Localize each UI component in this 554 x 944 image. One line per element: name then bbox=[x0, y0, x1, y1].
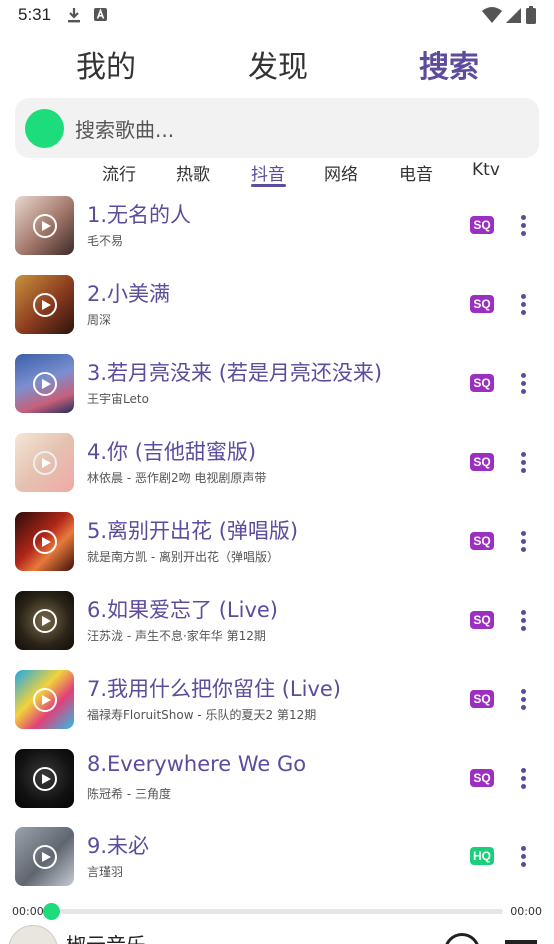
song-title: 3.若月亮没来 (若是月亮还没来) bbox=[87, 361, 383, 385]
song-title: 7.我用什么把你留住 (Live) bbox=[87, 677, 341, 701]
play-icon[interactable] bbox=[33, 845, 57, 869]
play-icon[interactable] bbox=[33, 293, 57, 317]
search-input[interactable]: 搜索歌曲... bbox=[75, 114, 174, 143]
song-title: 1.无名的人 bbox=[87, 203, 192, 227]
play-icon[interactable] bbox=[33, 214, 57, 238]
quality-badge: SQ bbox=[470, 295, 494, 313]
more-vertical-icon[interactable] bbox=[513, 373, 533, 395]
song-artist: 王宇宙Leto bbox=[87, 392, 149, 406]
progress-thumb[interactable] bbox=[43, 903, 60, 920]
play-icon[interactable] bbox=[33, 688, 57, 712]
player-title: 椒云音乐 bbox=[66, 929, 146, 944]
search-bar[interactable]: 搜索歌曲... bbox=[15, 98, 539, 158]
song-artist: 就是南方凯 - 离别开出花（弹唱版） bbox=[87, 550, 279, 564]
play-icon[interactable] bbox=[33, 530, 57, 554]
play-icon[interactable] bbox=[33, 451, 57, 475]
song-artist: 陈冠希 - 三角度 bbox=[87, 787, 171, 801]
song-artist: 福禄寿FloruitShow - 乐队的夏天2 第12期 bbox=[87, 708, 317, 722]
category-active-indicator bbox=[251, 184, 286, 187]
tab-discover[interactable]: 发现 bbox=[248, 42, 308, 86]
play-icon[interactable] bbox=[33, 609, 57, 633]
more-vertical-icon[interactable] bbox=[513, 610, 533, 632]
song-artist: 毛不易 bbox=[87, 234, 124, 248]
song-artist: 言瑾羽 bbox=[87, 865, 124, 879]
song-title: 2.小美满 bbox=[87, 282, 171, 306]
song-row[interactable]: 2.小美满 周深 SQ bbox=[0, 275, 554, 354]
album-cover bbox=[15, 354, 74, 413]
more-vertical-icon[interactable] bbox=[513, 452, 533, 474]
album-cover bbox=[15, 591, 74, 650]
quality-badge: SQ bbox=[470, 611, 494, 629]
album-cover bbox=[15, 196, 74, 255]
quality-badge: HQ bbox=[470, 847, 494, 865]
more-vertical-icon[interactable] bbox=[513, 846, 533, 868]
current-time: 00:00 bbox=[12, 905, 44, 918]
category-tab-electronic[interactable]: 电音 bbox=[399, 160, 433, 185]
top-tabs: 我的 发现 搜索 bbox=[0, 42, 554, 90]
play-icon[interactable] bbox=[33, 767, 57, 791]
search-button[interactable] bbox=[25, 109, 64, 148]
song-artist: 周深 bbox=[87, 313, 112, 327]
progress-track[interactable] bbox=[46, 909, 503, 914]
category-tab-hot[interactable]: 热歌 bbox=[176, 160, 210, 185]
total-time: 00:00 bbox=[510, 905, 542, 918]
album-cover bbox=[15, 433, 74, 492]
play-pause-icon[interactable] bbox=[444, 933, 480, 944]
category-tabs: 流行 热歌 抖音 网络 电音 Ktv bbox=[0, 160, 554, 190]
category-tab-ktv[interactable]: Ktv bbox=[472, 160, 500, 180]
more-vertical-icon[interactable] bbox=[513, 215, 533, 237]
status-time: 5:31 bbox=[18, 5, 52, 24]
song-title: 5.离别开出花 (弹唱版) bbox=[87, 519, 299, 543]
song-title: 9.未必 bbox=[87, 834, 150, 858]
song-title: 8.Everywhere We Go bbox=[87, 752, 307, 776]
category-tab-network[interactable]: 网络 bbox=[324, 160, 358, 185]
app-screen: 5:31 我的 发现 搜索 搜索歌曲... 流行 热歌 抖音 网络 电音 Ktv… bbox=[0, 0, 554, 944]
album-cover bbox=[15, 512, 74, 571]
song-row[interactable]: 7.我用什么把你留住 (Live) 福禄寿FloruitShow - 乐队的夏天… bbox=[0, 670, 554, 749]
song-row[interactable]: 8.Everywhere We Go 陈冠希 - 三角度 SQ bbox=[0, 749, 554, 828]
battery-icon bbox=[526, 6, 536, 24]
quality-badge: SQ bbox=[470, 690, 494, 708]
song-row[interactable]: 9.未必 言瑾羽 HQ bbox=[0, 827, 554, 906]
quality-badge: SQ bbox=[470, 453, 494, 471]
wifi-icon bbox=[482, 7, 502, 23]
quality-badge: SQ bbox=[470, 532, 494, 550]
song-row[interactable]: 5.离别开出花 (弹唱版) 就是南方凯 - 离别开出花（弹唱版） SQ bbox=[0, 512, 554, 591]
quality-badge: SQ bbox=[470, 769, 494, 787]
album-cover bbox=[15, 275, 74, 334]
category-tab-douyin[interactable]: 抖音 bbox=[251, 160, 285, 185]
album-cover bbox=[15, 827, 74, 886]
quality-badge: SQ bbox=[470, 374, 494, 392]
song-row[interactable]: 6.如果爱忘了 (Live) 汪苏泷 - 声生不息·家年华 第12期 SQ bbox=[0, 591, 554, 670]
a-notification-icon bbox=[94, 8, 107, 21]
more-vertical-icon[interactable] bbox=[513, 689, 533, 711]
song-row[interactable]: 3.若月亮没来 (若是月亮还没来) 王宇宙Leto SQ bbox=[0, 354, 554, 433]
quality-badge: SQ bbox=[470, 216, 494, 234]
download-icon bbox=[68, 8, 80, 23]
tab-search[interactable]: 搜索 bbox=[419, 42, 479, 86]
more-vertical-icon[interactable] bbox=[513, 294, 533, 316]
song-artist: 林依晨 - 恶作剧2吻 电视剧原声带 bbox=[87, 471, 267, 485]
song-artist: 汪苏泷 - 声生不息·家年华 第12期 bbox=[87, 629, 266, 643]
playlist-icon[interactable] bbox=[505, 940, 537, 944]
play-icon[interactable] bbox=[33, 372, 57, 396]
bottom-player[interactable]: 椒云音乐 bbox=[0, 925, 554, 944]
status-bar: 5:31 bbox=[0, 0, 554, 32]
song-row[interactable]: 4.你 (吉他甜蜜版) 林依晨 - 恶作剧2吻 电视剧原声带 SQ bbox=[0, 433, 554, 512]
category-tab-pop[interactable]: 流行 bbox=[102, 160, 136, 185]
tab-mine[interactable]: 我的 bbox=[76, 42, 136, 86]
song-title: 4.你 (吉他甜蜜版) bbox=[87, 440, 257, 464]
song-row[interactable]: 1.无名的人 毛不易 SQ bbox=[0, 196, 554, 275]
song-title: 6.如果爱忘了 (Live) bbox=[87, 598, 278, 622]
more-vertical-icon[interactable] bbox=[513, 768, 533, 790]
album-cover bbox=[15, 749, 74, 808]
status-right bbox=[482, 6, 536, 24]
album-cover bbox=[15, 670, 74, 729]
signal-icon bbox=[506, 8, 521, 23]
player-cover[interactable] bbox=[8, 925, 58, 944]
more-vertical-icon[interactable] bbox=[513, 531, 533, 553]
